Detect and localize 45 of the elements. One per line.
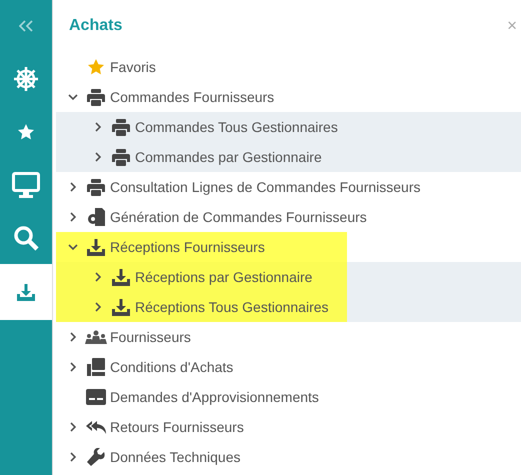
chevron-right-icon[interactable] (68, 212, 78, 222)
download-icon (112, 298, 130, 316)
chevron-right-icon[interactable] (92, 122, 102, 132)
tree-item[interactable]: Réceptions par Gestionnaire (56, 262, 347, 292)
search-icon (13, 224, 39, 250)
reply-all-icon (86, 419, 106, 435)
tree-item[interactable]: Fournisseurs (56, 322, 191, 352)
chevron-right-icon[interactable] (92, 302, 102, 312)
download-icon (87, 238, 105, 256)
download-icon (17, 284, 35, 300)
wrench-icon (87, 448, 105, 466)
star-icon (17, 122, 35, 140)
tree-item[interactable]: Données Techniques (56, 442, 241, 472)
tree-item[interactable]: Demandes d'Approvisionnements (56, 382, 319, 412)
star-icon (87, 58, 105, 76)
tree-item[interactable]: Réceptions Fournisseurs (56, 232, 347, 262)
books-icon (87, 358, 105, 376)
chevron-right-icon[interactable] (92, 152, 102, 162)
chevron-right-icon[interactable] (92, 272, 102, 282)
tree-item[interactable]: Consultation Lignes de Commandes Fournisseurs (56, 172, 420, 202)
chevron-right-icon[interactable] (68, 332, 78, 342)
tree-item[interactable]: Commandes Tous Gestionnaires (56, 112, 338, 142)
tree-item[interactable]: Retours Fournisseurs (56, 412, 244, 442)
tree-item[interactable]: Réceptions Tous Gestionnaires (56, 292, 347, 322)
printer-icon (112, 118, 130, 136)
chevron-down-icon[interactable] (68, 92, 78, 102)
printer-icon (112, 148, 130, 166)
card-icon (86, 389, 106, 405)
printer-icon (87, 88, 105, 106)
chevron-right-icon[interactable] (68, 452, 78, 462)
chevron-down-icon[interactable] (68, 242, 78, 252)
printer-icon (87, 178, 105, 196)
chevron-right-icon[interactable] (68, 362, 78, 372)
tree-item[interactable]: Génération de Commandes Fournisseurs (56, 202, 367, 232)
tree-item[interactable]: Commandes par Gestionnaire (56, 142, 322, 172)
tree-item[interactable]: Favoris (56, 52, 156, 82)
monitor-icon (12, 172, 40, 198)
download-icon (112, 268, 130, 286)
people-icon (85, 330, 107, 344)
chevron-right-icon[interactable] (68, 422, 78, 432)
ship-wheel-icon (13, 66, 39, 92)
tree-item[interactable]: Commandes Fournisseurs (56, 82, 274, 112)
chevron-right-icon[interactable] (68, 182, 78, 192)
panel-title: Achats (69, 17, 122, 35)
tree-item[interactable]: Conditions d'Achats (56, 352, 234, 382)
